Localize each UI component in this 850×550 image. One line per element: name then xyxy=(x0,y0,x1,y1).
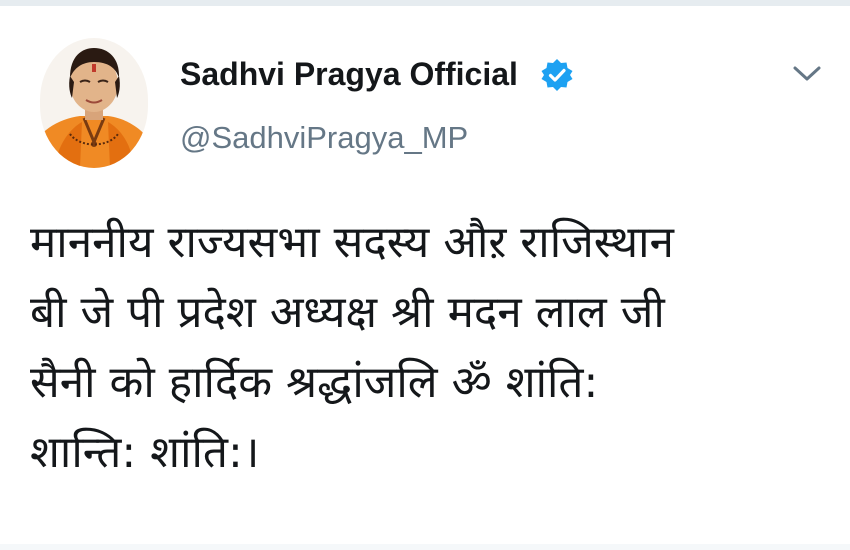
tweet-text-line: शान्ति: शांति:। xyxy=(30,427,260,478)
avatar[interactable] xyxy=(40,38,148,168)
tweet-text-line: सैनी को हार्दिक श्रद्धांजलि ॐ शांति: xyxy=(30,357,599,408)
tweet-text: माननीय राज्यसभा सदस्य औऱ राजिस्थान बी जे… xyxy=(30,208,830,488)
tweet-text-line: माननीय राज्यसभा सदस्य औऱ राजिस्थान xyxy=(30,217,674,268)
tweet-card: Sadhvi Pragya Official @SadhviPragya_MP … xyxy=(0,0,850,550)
verified-badge-icon xyxy=(541,59,573,91)
tweet-text-line: बी जे पी प्रदेश अध्यक्ष श्री मदन लाल जी xyxy=(30,287,665,338)
top-divider xyxy=(0,0,850,6)
chevron-down-icon[interactable] xyxy=(788,56,826,90)
profile-photo xyxy=(40,38,148,168)
bottom-divider xyxy=(0,544,850,550)
author-handle[interactable]: @SadhviPragya_MP xyxy=(180,118,468,158)
author-display-name[interactable]: Sadhvi Pragya Official xyxy=(180,54,518,94)
